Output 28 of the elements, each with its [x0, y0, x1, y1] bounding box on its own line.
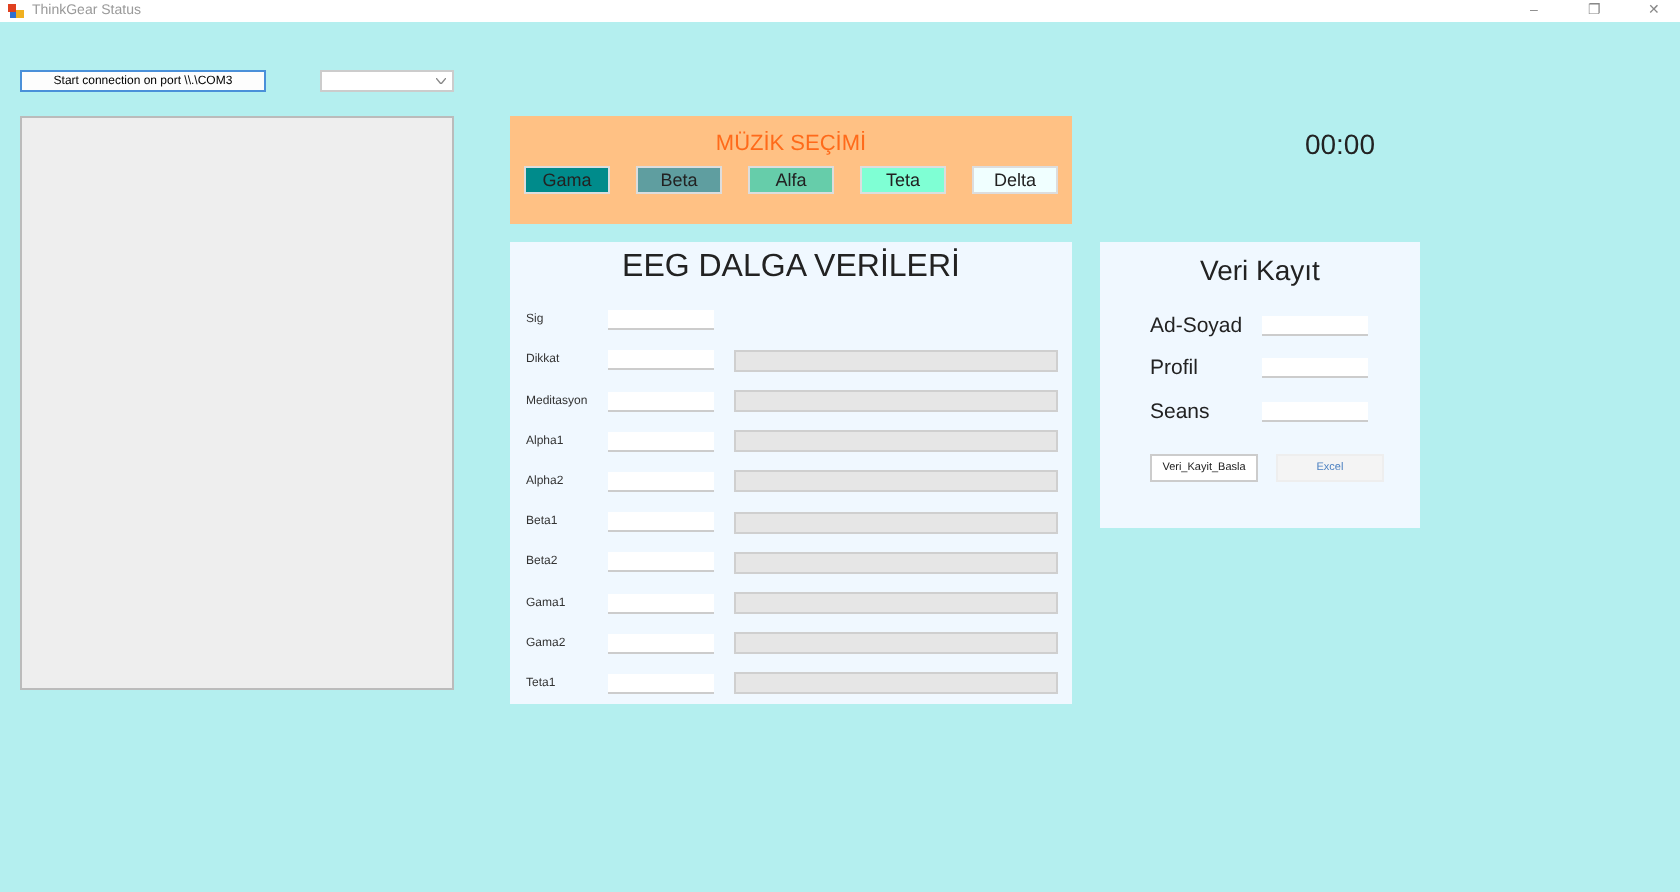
- field-label: Ad-Soyad: [1150, 313, 1245, 338]
- input-field[interactable]: [608, 593, 714, 614]
- input-field[interactable]: [608, 673, 714, 694]
- timer: 00:00: [1304, 128, 1376, 164]
- input-field[interactable]: [608, 552, 714, 573]
- field-label: Seans: [1150, 399, 1212, 424]
- input-field[interactable]: [608, 633, 714, 654]
- input-field[interactable]: [1262, 358, 1368, 379]
- input-field[interactable]: [608, 471, 714, 492]
- record-title: Veri Kayıt: [1198, 254, 1322, 286]
- input-field[interactable]: [608, 431, 714, 452]
- input-field[interactable]: [1262, 401, 1368, 422]
- music-button[interactable]: Beta: [636, 166, 722, 194]
- input-field[interactable]: [608, 350, 714, 371]
- input-field[interactable]: [608, 391, 714, 411]
- music-button[interactable]: Teta: [860, 166, 946, 194]
- eeg-title: EEG DALGA VERİLERİ: [620, 252, 962, 284]
- music-button[interactable]: Delta: [972, 166, 1058, 194]
- music-button[interactable]: Alfa: [748, 166, 834, 194]
- app-icon: [8, 4, 24, 18]
- port-dropdown[interactable]: [320, 70, 454, 92]
- input-field[interactable]: [608, 512, 714, 533]
- input-field[interactable]: [608, 310, 714, 331]
- music-title: MÜZİK SEÇİMİ: [715, 132, 867, 156]
- chevron-down-icon: [436, 78, 446, 84]
- music-button[interactable]: Gama: [524, 166, 610, 194]
- field-label: Profil: [1150, 356, 1200, 381]
- input-field[interactable]: [1262, 315, 1368, 336]
